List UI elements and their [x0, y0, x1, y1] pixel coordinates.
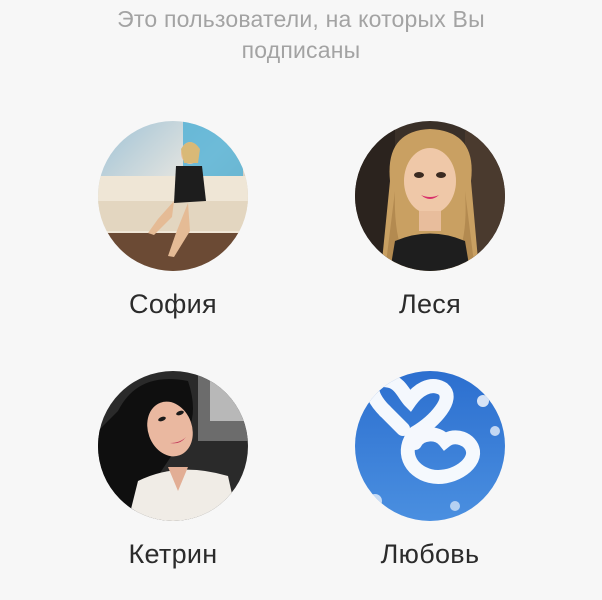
user-card-lesya[interactable]: Леся: [330, 121, 530, 320]
user-name[interactable]: Любовь: [330, 539, 530, 570]
avatar[interactable]: [355, 121, 505, 271]
user-name[interactable]: Кетрин: [73, 539, 273, 570]
user-name[interactable]: Леся: [330, 289, 530, 320]
avatar[interactable]: [355, 371, 505, 521]
user-card-sofia[interactable]: София: [73, 121, 273, 320]
subscriptions-header: Это пользователи, на которых Вы подписан…: [0, 4, 602, 66]
lesya-photo-icon: [355, 121, 505, 271]
heart-clouds-icon: [355, 371, 505, 521]
user-card-lubov[interactable]: Любовь: [330, 371, 530, 570]
user-card-ketrin[interactable]: Кетрин: [73, 371, 273, 570]
avatar[interactable]: [98, 371, 248, 521]
ketrin-photo-icon: [98, 371, 248, 521]
sofia-photo-icon: [98, 121, 248, 271]
user-name[interactable]: София: [73, 289, 273, 320]
header-line-1: Это пользователи, на которых Вы: [117, 6, 485, 32]
avatar[interactable]: [98, 121, 248, 271]
header-line-2: подписаны: [241, 37, 361, 63]
